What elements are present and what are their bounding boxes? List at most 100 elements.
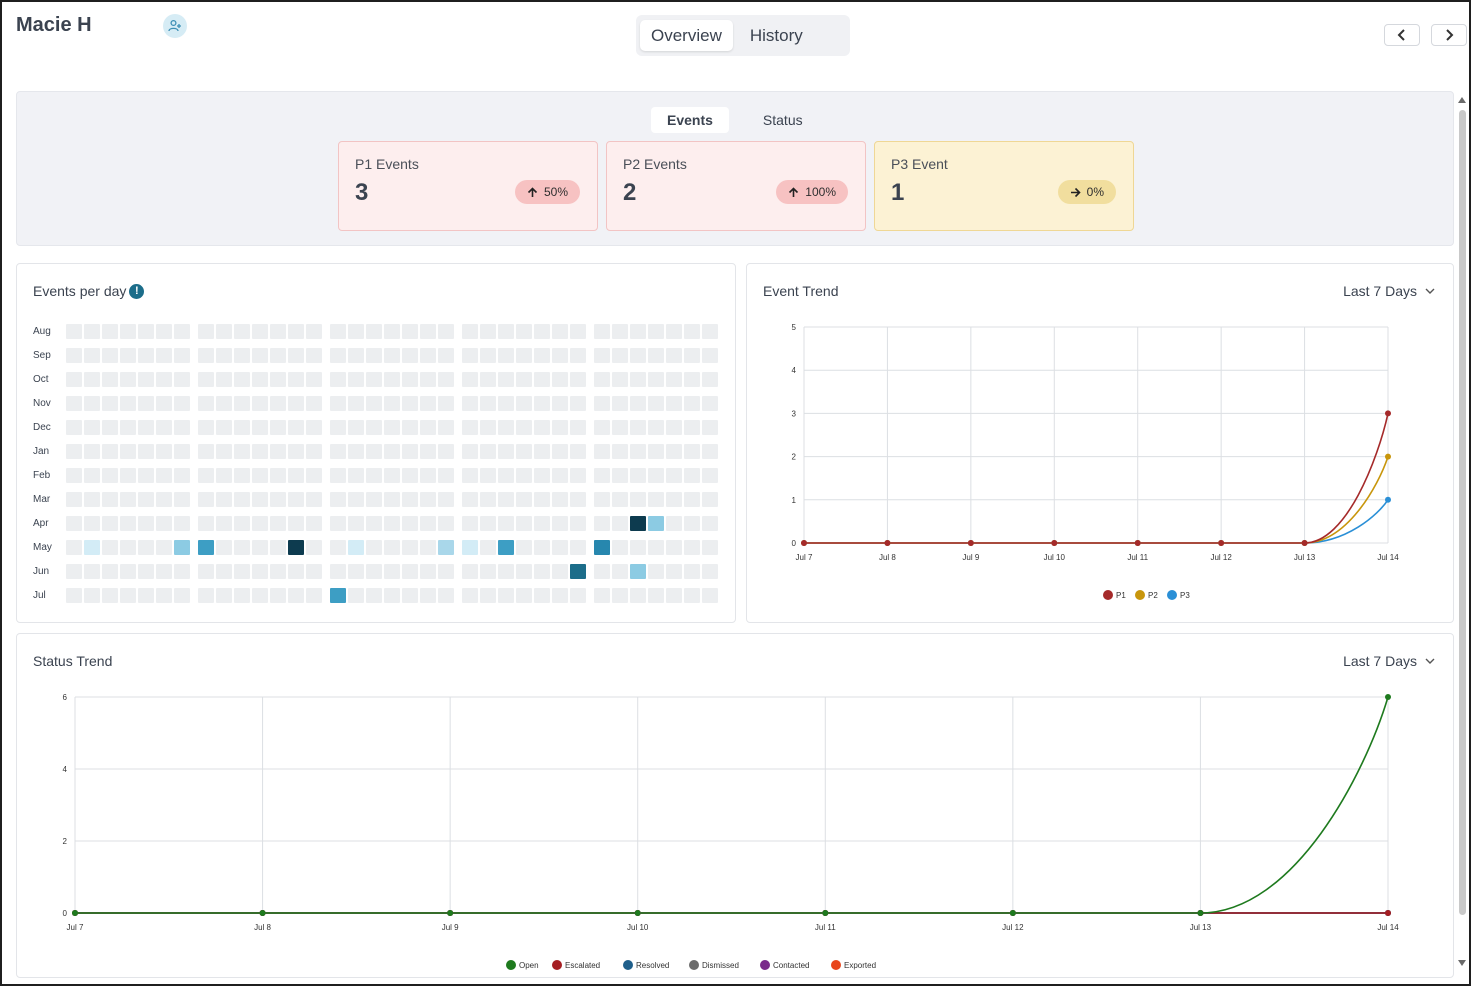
heatmap-cell[interactable] [684,516,700,531]
heatmap-cell[interactable] [306,444,322,459]
heatmap-cell[interactable] [552,492,568,507]
heatmap-cell[interactable] [438,324,454,339]
heatmap-cell[interactable] [366,444,382,459]
heatmap-cell[interactable] [84,564,100,579]
heatmap-cell[interactable] [570,468,586,483]
heatmap-cell[interactable] [684,468,700,483]
heatmap-cell[interactable] [498,420,514,435]
heatmap-cell[interactable] [630,540,646,555]
heatmap-cell[interactable] [498,396,514,411]
heatmap-cell[interactable] [402,540,418,555]
heatmap-cell[interactable] [534,564,550,579]
heatmap-cell[interactable] [120,516,136,531]
heatmap-cell[interactable] [102,444,118,459]
heatmap-cell[interactable] [552,516,568,531]
heatmap-cell[interactable] [252,588,268,603]
heatmap-cell[interactable] [630,348,646,363]
heatmap-cell[interactable] [120,324,136,339]
heatmap-cell[interactable] [480,516,496,531]
heatmap-cell[interactable] [348,324,364,339]
heatmap-cell[interactable] [384,468,400,483]
heatmap-cell[interactable] [252,372,268,387]
heatmap-cell[interactable] [66,492,82,507]
heatmap-cell[interactable] [534,396,550,411]
heatmap-cell[interactable] [138,420,154,435]
heatmap-cell[interactable] [384,492,400,507]
heatmap-cell[interactable] [402,396,418,411]
heatmap-cell[interactable] [594,540,610,555]
heatmap-cell[interactable] [402,372,418,387]
heatmap-cell[interactable] [252,492,268,507]
heatmap-cell[interactable] [120,492,136,507]
heatmap-cell[interactable] [348,468,364,483]
heatmap-cell[interactable] [330,468,346,483]
heatmap-cell[interactable] [174,396,190,411]
heatmap-cell[interactable] [612,372,628,387]
heatmap-cell[interactable] [666,396,682,411]
heatmap-cell[interactable] [612,348,628,363]
heatmap-cell[interactable] [138,468,154,483]
heatmap-cell[interactable] [420,324,436,339]
heatmap-cell[interactable] [330,420,346,435]
heatmap-cell[interactable] [156,468,172,483]
heatmap-cell[interactable] [420,564,436,579]
heatmap-cell[interactable] [612,396,628,411]
heatmap-cell[interactable] [516,396,532,411]
heatmap-cell[interactable] [270,324,286,339]
heatmap-cell[interactable] [234,492,250,507]
heatmap-cell[interactable] [534,348,550,363]
heatmap-cell[interactable] [684,348,700,363]
heatmap-cell[interactable] [348,516,364,531]
p3-event-card[interactable]: P3 Event 1 0% [874,141,1134,231]
heatmap-cell[interactable] [384,420,400,435]
heatmap-cell[interactable] [420,420,436,435]
heatmap-cell[interactable] [234,468,250,483]
heatmap-cell[interactable] [420,348,436,363]
previous-button[interactable] [1384,24,1420,46]
heatmap-cell[interactable] [630,564,646,579]
heatmap-cell[interactable] [102,372,118,387]
heatmap-cell[interactable] [66,372,82,387]
heatmap-cell[interactable] [534,372,550,387]
heatmap-cell[interactable] [666,348,682,363]
heatmap-cell[interactable] [84,540,100,555]
heatmap-cell[interactable] [516,468,532,483]
heatmap-cell[interactable] [66,516,82,531]
heatmap-cell[interactable] [120,372,136,387]
heatmap-cell[interactable] [198,468,214,483]
heatmap-cell[interactable] [552,444,568,459]
heatmap-cell[interactable] [438,492,454,507]
heatmap-cell[interactable] [120,348,136,363]
heatmap-cell[interactable] [438,372,454,387]
heatmap-cell[interactable] [630,516,646,531]
heatmap-cell[interactable] [666,420,682,435]
heatmap-cell[interactable] [102,468,118,483]
heatmap-cell[interactable] [216,372,232,387]
heatmap-cell[interactable] [552,564,568,579]
heatmap-cell[interactable] [216,540,232,555]
heatmap-cell[interactable] [234,372,250,387]
heatmap-cell[interactable] [198,372,214,387]
heatmap-cell[interactable] [612,540,628,555]
heatmap-cell[interactable] [234,444,250,459]
heatmap-cell[interactable] [120,444,136,459]
heatmap-cell[interactable] [648,372,664,387]
heatmap-cell[interactable] [84,468,100,483]
heatmap-cell[interactable] [612,468,628,483]
heatmap-cell[interactable] [594,324,610,339]
heatmap-cell[interactable] [702,324,718,339]
heatmap-cell[interactable] [420,492,436,507]
heatmap-cell[interactable] [366,516,382,531]
heatmap-cell[interactable] [666,564,682,579]
heatmap-cell[interactable] [216,516,232,531]
heatmap-cell[interactable] [306,588,322,603]
heatmap-cell[interactable] [102,492,118,507]
heatmap-cell[interactable] [198,492,214,507]
heatmap-cell[interactable] [216,348,232,363]
heatmap-cell[interactable] [348,492,364,507]
heatmap-cell[interactable] [66,588,82,603]
scroll-thumb[interactable] [1459,110,1466,915]
heatmap-cell[interactable] [594,516,610,531]
heatmap-cell[interactable] [234,564,250,579]
heatmap-cell[interactable] [630,468,646,483]
